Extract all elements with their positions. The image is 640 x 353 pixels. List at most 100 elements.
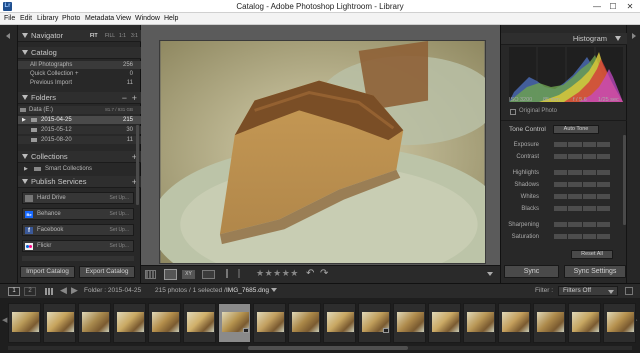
grid-icon[interactable] xyxy=(45,288,54,295)
blacks-row[interactable]: Blacks xyxy=(501,203,627,215)
filmstrip-thumbnail[interactable] xyxy=(603,303,636,343)
filename-dropdown-icon[interactable] xyxy=(271,288,277,292)
catalog-item-previous-import[interactable]: Previous Import 11 xyxy=(18,79,141,87)
maximize-button[interactable]: ☐ xyxy=(605,1,621,12)
filmstrip-thumbnail[interactable] xyxy=(43,303,76,343)
auto-tone-button[interactable]: Auto Tone xyxy=(553,125,599,134)
menu-help[interactable]: Help xyxy=(164,13,178,25)
filmstrip-thumbnail[interactable] xyxy=(218,303,251,343)
publish-services-header[interactable]: Publish Services + xyxy=(18,176,141,188)
original-photo-checkbox[interactable] xyxy=(510,109,516,115)
set-up-link[interactable]: Set Up... xyxy=(110,241,129,252)
collection-item-smart-collections[interactable]: ▶ Smart Collections xyxy=(18,165,141,173)
filmstrip-thumbnail[interactable] xyxy=(113,303,146,343)
histogram-graph[interactable] xyxy=(509,47,623,102)
filmstrip-thumbnail[interactable] xyxy=(498,303,531,343)
contrast-row[interactable]: Contrast xyxy=(501,151,627,163)
publish-service-facebook[interactable]: f Facebook Set Up... xyxy=(22,224,134,236)
shadows-buttons[interactable] xyxy=(554,182,610,187)
reject-flag-icon[interactable] xyxy=(238,269,244,278)
expand-arrow-icon[interactable]: ▶ xyxy=(22,116,26,124)
grid-view-icon[interactable] xyxy=(145,270,156,279)
whites-row[interactable]: Whites xyxy=(501,191,627,203)
folder-breadcrumb[interactable]: Folder : 2015-04-25 xyxy=(84,287,141,294)
collapse-right-icon[interactable] xyxy=(632,33,636,39)
exposure-buttons[interactable] xyxy=(554,142,610,147)
zoom-fit[interactable]: FIT xyxy=(90,33,98,39)
close-button[interactable]: ✕ xyxy=(622,1,638,12)
folder-item-2015-08-20[interactable]: 2015-08-20 11 xyxy=(18,136,141,144)
zoom-3-1[interactable]: 3:1 xyxy=(131,33,138,39)
menu-edit[interactable]: Edit xyxy=(20,13,32,25)
zoom-1-1[interactable]: 1:1 xyxy=(119,33,126,39)
highlights-buttons[interactable] xyxy=(554,170,610,175)
remove-folder-icon[interactable]: − xyxy=(122,92,127,104)
folder-item-2015-04-25[interactable]: ▶ 2015-04-25 215 xyxy=(18,116,141,124)
filmstrip-thumbnail[interactable] xyxy=(148,303,181,343)
minimize-button[interactable]: — xyxy=(589,1,605,12)
menu-file[interactable]: File xyxy=(4,13,15,25)
filmstrip-thumbnail[interactable] xyxy=(8,303,41,343)
saturation-row[interactable]: Saturation xyxy=(501,231,627,243)
forward-arrow-icon[interactable]: ▶ xyxy=(71,285,78,296)
filter-lock-icon[interactable] xyxy=(625,287,633,295)
reset-all-button[interactable]: Reset All xyxy=(571,250,613,259)
rotate-right-icon[interactable]: ↷ xyxy=(320,268,328,279)
right-panel-scrollbar[interactable] xyxy=(623,135,626,225)
filmstrip-scroll-left-icon[interactable]: ◀ xyxy=(2,316,7,324)
compare-view-icon[interactable]: XY xyxy=(182,270,195,279)
filmstrip-thumbnail[interactable] xyxy=(323,303,356,343)
menu-photo[interactable]: Photo xyxy=(62,13,80,25)
set-up-link[interactable]: Set Up... xyxy=(110,225,129,236)
menu-library[interactable]: Library xyxy=(37,13,58,25)
main-photo[interactable] xyxy=(159,40,486,264)
whites-buttons[interactable] xyxy=(554,194,610,199)
flag-icon[interactable] xyxy=(226,269,232,278)
star-rating[interactable]: ★★★★★ xyxy=(256,268,299,279)
folder-item-2015-05-12[interactable]: 2015-05-12 30 xyxy=(18,126,141,134)
folders-header[interactable]: Folders − + xyxy=(18,92,141,104)
filter-select[interactable]: Filters Off xyxy=(558,286,618,296)
set-up-link[interactable]: Set Up... xyxy=(110,193,129,204)
contrast-buttons[interactable] xyxy=(554,154,610,159)
survey-view-icon[interactable] xyxy=(202,270,215,279)
exposure-row[interactable]: Exposure xyxy=(501,139,627,151)
blacks-buttons[interactable] xyxy=(554,206,610,211)
back-arrow-icon[interactable]: ◀ xyxy=(60,285,67,296)
menu-window[interactable]: Window xyxy=(135,13,160,25)
filmstrip-thumbnail[interactable] xyxy=(253,303,286,343)
collections-header[interactable]: Collections + xyxy=(18,151,141,163)
toolbar-menu-icon[interactable] xyxy=(487,272,493,276)
filmstrip-thumbnail[interactable] xyxy=(568,303,601,343)
volume-row[interactable]: Data (E:) 81.7 / 931 GB xyxy=(18,106,141,114)
filmstrip-thumbnail[interactable] xyxy=(78,303,111,343)
shadows-row[interactable]: Shadows xyxy=(501,179,627,191)
filmstrip-thumbnail[interactable] xyxy=(463,303,496,343)
set-up-link[interactable]: Set Up... xyxy=(110,209,129,220)
navigator-header[interactable]: Navigator FIT FILL 1:1 3:1 xyxy=(18,30,141,42)
add-folder-icon[interactable]: + xyxy=(132,92,137,104)
filmstrip-thumbnail[interactable] xyxy=(358,303,391,343)
histogram-header[interactable]: Histogram xyxy=(501,33,627,45)
filmstrip-thumbnail[interactable] xyxy=(533,303,566,343)
collapse-left-icon[interactable] xyxy=(6,33,10,39)
publish-service-hard-drive[interactable]: Hard Drive Set Up... xyxy=(22,192,134,204)
filmstrip-scrollbar-track[interactable] xyxy=(8,346,632,350)
expand-arrow-icon[interactable]: ▶ xyxy=(24,165,28,173)
publish-service-behance[interactable]: Be Behance Set Up... xyxy=(22,208,134,220)
filmstrip-scrollbar-thumb[interactable] xyxy=(248,346,408,350)
secondary-window-button[interactable]: 2 xyxy=(24,287,36,296)
saturation-buttons[interactable] xyxy=(554,234,610,239)
filmstrip-thumbnail[interactable] xyxy=(428,303,461,343)
sync-button[interactable]: Sync xyxy=(504,265,559,278)
catalog-header[interactable]: Catalog xyxy=(18,47,141,59)
rotate-left-icon[interactable]: ↶ xyxy=(306,268,314,279)
export-catalog-button[interactable]: Export Catalog xyxy=(79,266,135,278)
catalog-item-quick-collection[interactable]: Quick Collection + 0 xyxy=(18,70,141,78)
sharpening-row[interactable]: Sharpening xyxy=(501,219,627,231)
filmstrip-thumbnail[interactable] xyxy=(288,303,321,343)
main-window-button[interactable]: 1 xyxy=(8,287,20,296)
sync-settings-button[interactable]: Sync Settings xyxy=(564,265,626,278)
filmstrip-thumbnail[interactable] xyxy=(183,303,216,343)
loupe-view-icon[interactable] xyxy=(164,269,177,280)
